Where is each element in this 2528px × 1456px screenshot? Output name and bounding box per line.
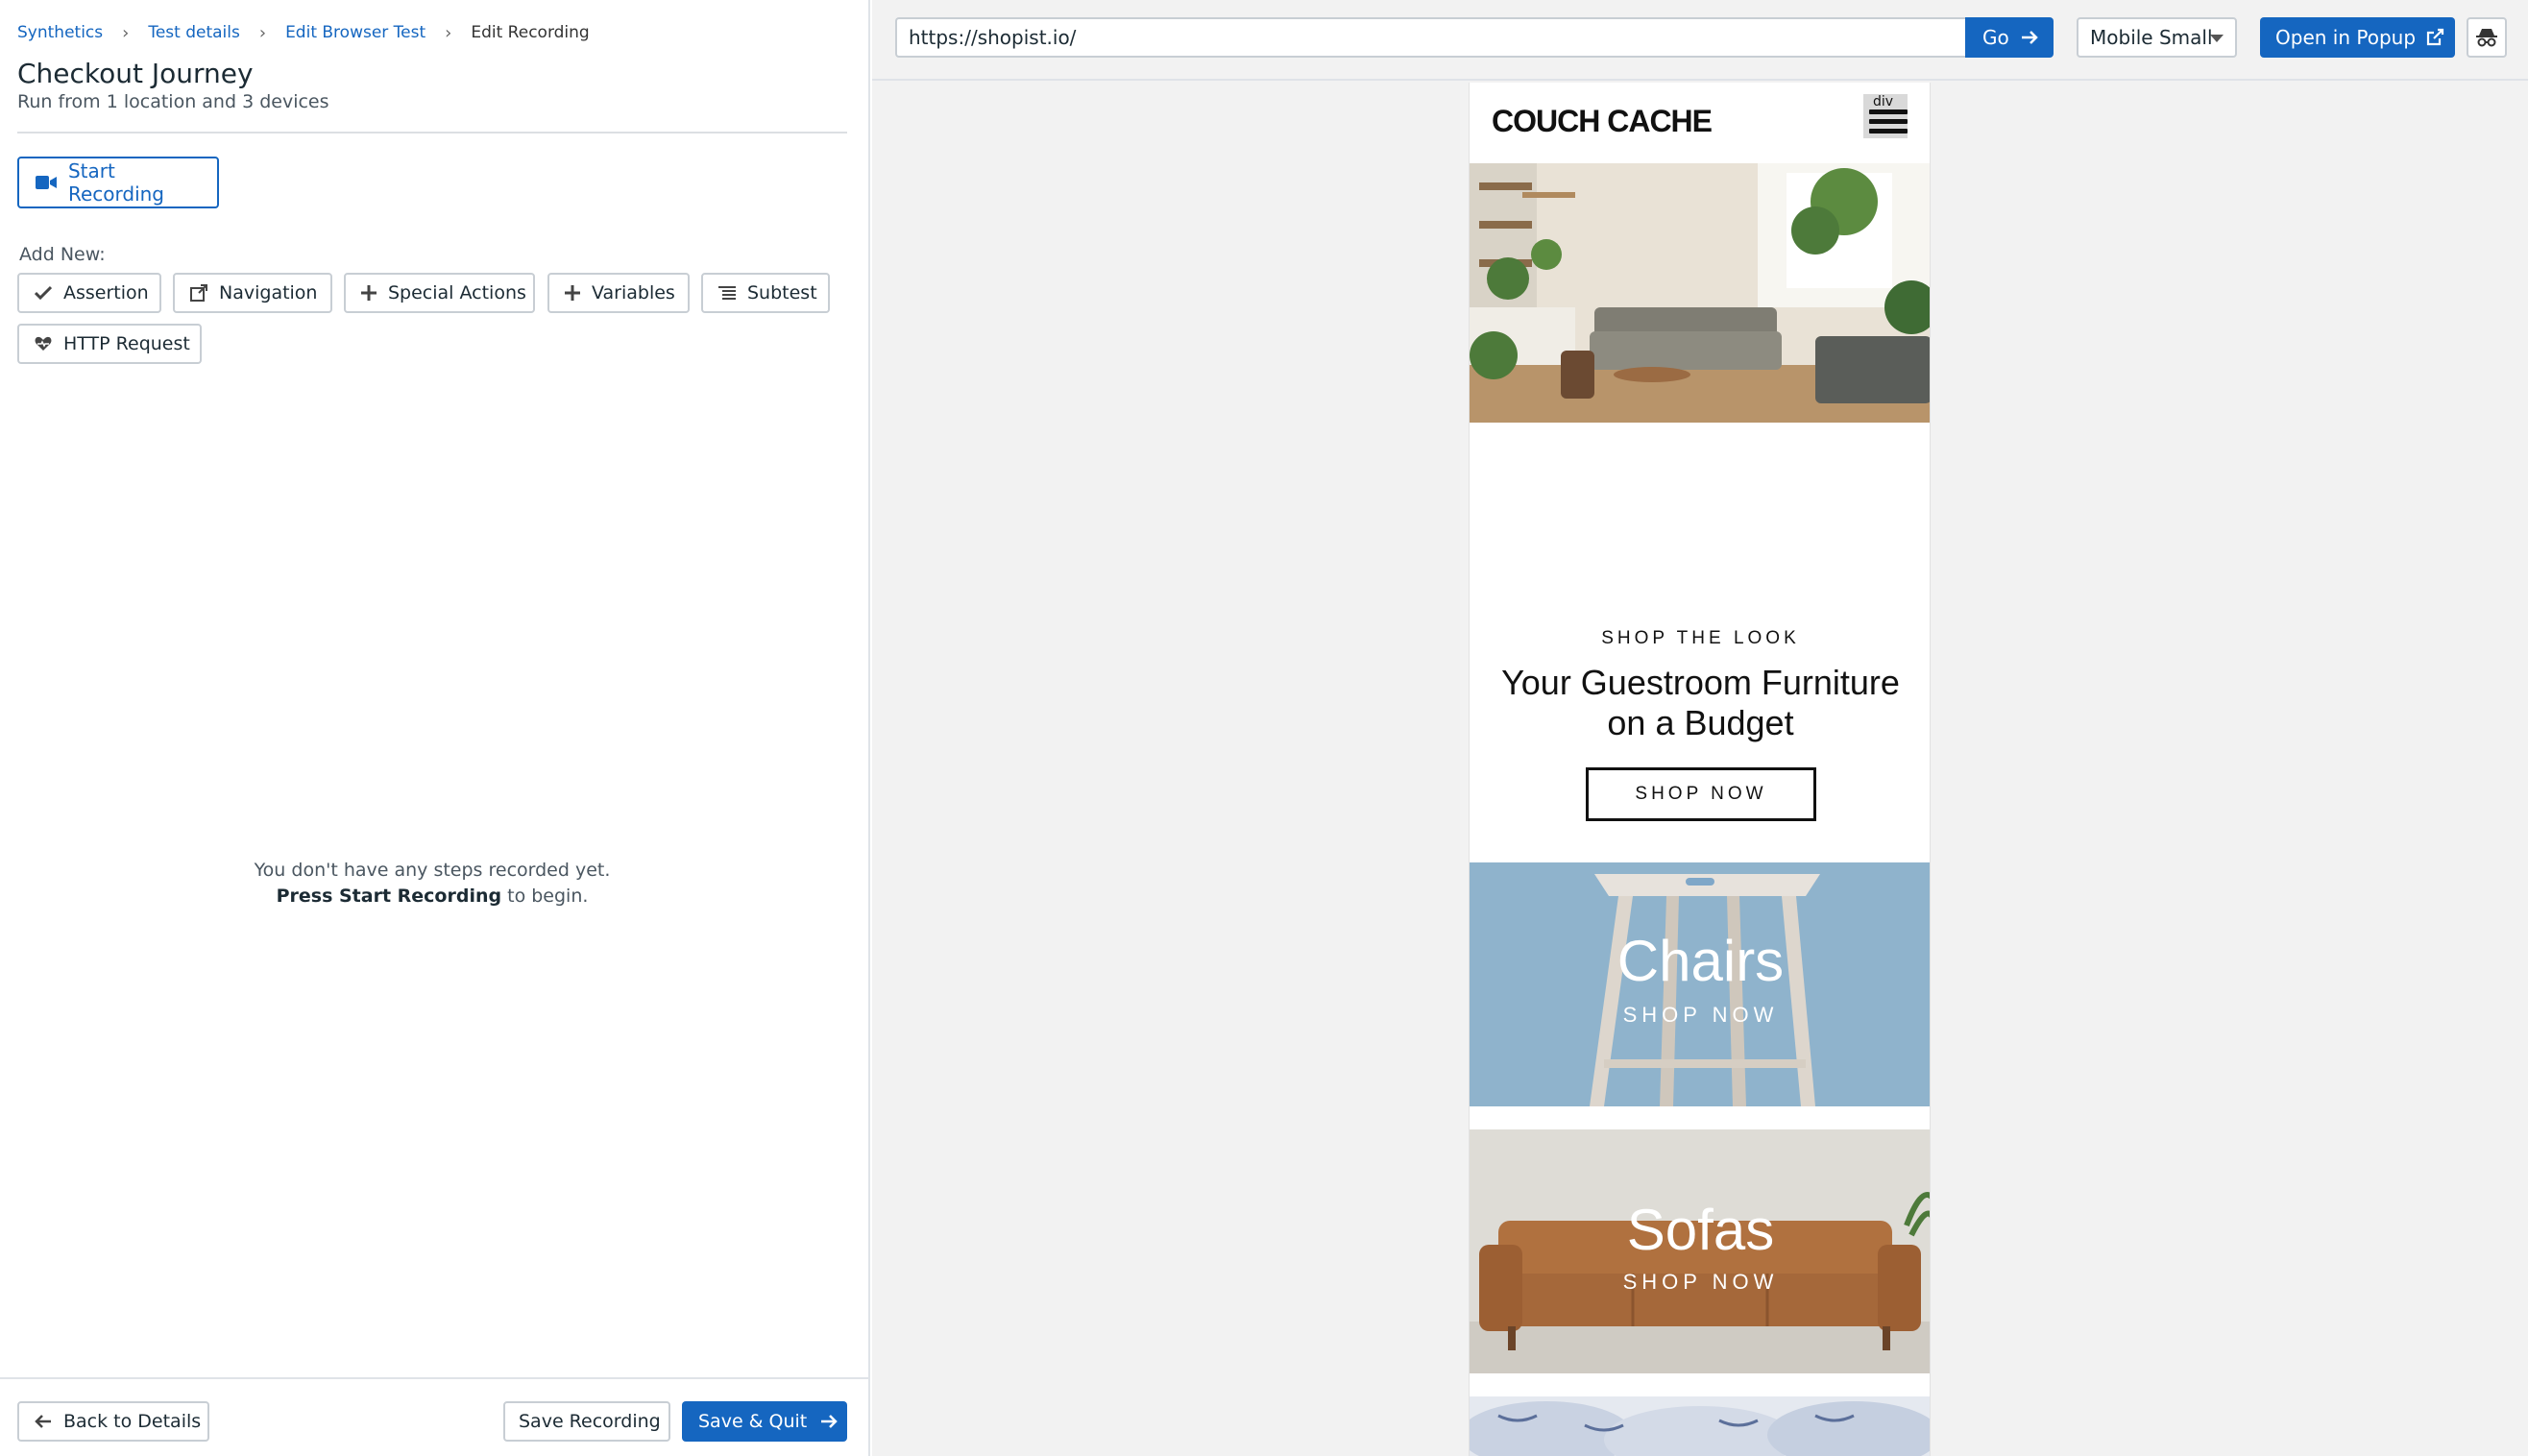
breadcrumb: Synthetics › Test details › Edit Browser…: [17, 21, 590, 44]
browser-toolbar: Go Mobile Small Open in Popup: [872, 0, 2528, 81]
empty-state-hint: Press Start Recording to begin.: [0, 884, 864, 910]
element-tag-label: div: [1873, 94, 1894, 109]
add-assertion-label: Assertion: [63, 282, 149, 303]
external-link-icon: [190, 284, 207, 302]
page-subtitle: Run from 1 location and 3 devices: [17, 91, 329, 112]
go-label: Go: [1982, 26, 2009, 49]
category-card-sofas[interactable]: Sofas SHOP NOW: [1470, 1129, 1930, 1373]
add-http-request-button[interactable]: HTTP Request: [17, 324, 202, 364]
empty-state-message: You don't have any steps recorded yet.: [254, 860, 611, 881]
plus-icon: [361, 285, 377, 301]
recorder-panel: Synthetics › Test details › Edit Browser…: [0, 0, 870, 1456]
arrow-right-icon: [2021, 31, 2038, 44]
menu-bar: [1869, 129, 1908, 133]
add-special-actions-button[interactable]: Special Actions: [344, 273, 535, 313]
chevron-right-icon: ›: [122, 22, 130, 43]
save-and-quit-button[interactable]: Save & Quit: [682, 1401, 847, 1442]
arrow-right-icon: [821, 1415, 839, 1428]
category-shop-now[interactable]: SHOP NOW: [1470, 1270, 1930, 1295]
device-select-value: Mobile Small: [2090, 26, 2213, 49]
category-title: Chairs: [1616, 929, 1785, 993]
incognito-button[interactable]: [2467, 17, 2507, 58]
external-link-icon: [2426, 28, 2444, 46]
open-in-popup-button[interactable]: Open in Popup: [2260, 17, 2455, 58]
add-special-actions-label: Special Actions: [388, 282, 526, 303]
empty-state: You don't have any steps recorded yet. P…: [0, 858, 864, 910]
hamburger-menu-button[interactable]: div: [1863, 94, 1908, 138]
save-recording-button[interactable]: Save Recording: [503, 1401, 670, 1442]
open-in-popup-label: Open in Popup: [2275, 26, 2417, 49]
add-navigation-button[interactable]: Navigation: [173, 273, 332, 313]
video-camera-icon: [36, 176, 57, 189]
start-recording-button[interactable]: Start Recording: [17, 157, 219, 208]
chevron-right-icon: ›: [445, 22, 452, 43]
site-logo[interactable]: COUCH CACHE: [1492, 104, 1713, 139]
footer-divider: [0, 1377, 870, 1379]
add-variables-button[interactable]: Variables: [547, 273, 690, 313]
add-subtest-label: Subtest: [747, 282, 817, 303]
hero-living-room-image: [1470, 163, 1930, 423]
start-recording-label: Start Recording: [67, 159, 164, 206]
save-recording-label: Save Recording: [519, 1411, 661, 1432]
plus-icon: [565, 285, 580, 301]
url-input[interactable]: [895, 17, 1990, 58]
empty-state-hint-rest: to begin.: [501, 886, 589, 907]
browser-preview-panel: Go Mobile Small Open in Popup COUCH CACH…: [872, 0, 2528, 1456]
promo-heading: Your Guestroom Furniture on a Budget: [1501, 663, 1900, 742]
add-variables-label: Variables: [592, 282, 675, 303]
page-title: Checkout Journey: [17, 58, 254, 89]
category-shop-now[interactable]: SHOP NOW: [1470, 1003, 1930, 1028]
breadcrumb-edit-browser-test[interactable]: Edit Browser Test: [285, 23, 425, 42]
incognito-icon: [2476, 29, 2497, 47]
back-to-details-label: Back to Details: [63, 1411, 202, 1432]
caret-down-icon: [2210, 35, 2224, 42]
add-assertion-button[interactable]: Assertion: [17, 273, 161, 313]
mobile-site-preview[interactable]: COUCH CACHE div SHOP THE LOOK Your Guest…: [1469, 83, 1931, 1456]
shop-now-button[interactable]: SHOP NOW: [1586, 767, 1816, 821]
device-select[interactable]: Mobile Small: [2077, 17, 2237, 58]
menu-bar: [1869, 119, 1908, 124]
breadcrumb-current: Edit Recording: [471, 23, 590, 42]
category-card-partial[interactable]: [1470, 1396, 1930, 1456]
add-new-label: Add New:: [19, 244, 106, 265]
empty-state-hint-bold: Press Start Recording: [276, 886, 502, 907]
arrow-left-icon: [35, 1415, 51, 1428]
category-card-chairs[interactable]: Chairs SHOP NOW: [1470, 862, 1930, 1106]
save-and-quit-label: Save & Quit: [698, 1411, 808, 1432]
promo-section: SHOP THE LOOK Your Guestroom Furniture o…: [1470, 423, 1930, 862]
breadcrumb-test-details[interactable]: Test details: [148, 23, 240, 42]
add-navigation-label: Navigation: [219, 282, 318, 303]
add-subtest-button[interactable]: Subtest: [701, 273, 830, 313]
chevron-right-icon: ›: [258, 22, 267, 43]
heartbeat-icon: [35, 336, 52, 351]
breadcrumb-synthetics[interactable]: Synthetics: [17, 23, 103, 42]
category-title: Sofas: [1626, 1198, 1775, 1262]
back-to-details-button[interactable]: Back to Details: [17, 1401, 209, 1442]
promo-kicker: SHOP THE LOOK: [1601, 628, 1800, 648]
menu-bar: [1869, 109, 1908, 114]
check-icon: [35, 285, 52, 301]
site-header: COUCH CACHE div: [1470, 83, 1930, 163]
go-button[interactable]: Go: [1965, 17, 2054, 58]
add-http-request-label: HTTP Request: [63, 333, 190, 354]
divider: [17, 132, 847, 133]
list-icon: [718, 286, 736, 300]
